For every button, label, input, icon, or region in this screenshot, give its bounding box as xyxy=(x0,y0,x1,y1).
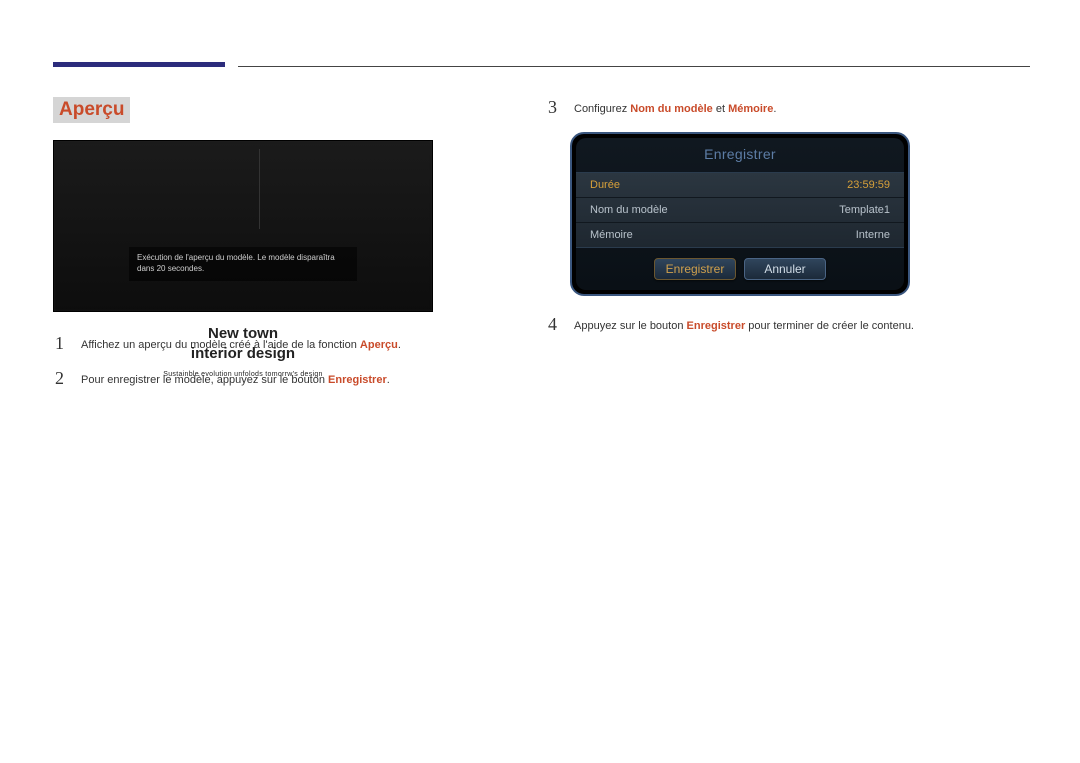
section-title: Aperçu xyxy=(53,97,130,123)
step-3-row: 3Configurez Nom du modèle et Mémoire. xyxy=(548,97,996,118)
step-number: 3 xyxy=(548,97,570,118)
step-text: Appuyez sur le bouton Enregistrer pour t… xyxy=(574,314,914,334)
right-column: 3Configurez Nom du modèle et Mémoire. En… xyxy=(548,97,996,349)
panel-buttons: Enregistrer Annuler xyxy=(576,248,904,290)
highlight-term: Enregistrer xyxy=(687,320,746,332)
panel-row-value: 23:59:59 xyxy=(847,179,890,191)
step-row: 3Configurez Nom du modèle et Mémoire. xyxy=(548,97,996,118)
preview-divider xyxy=(259,149,260,229)
highlight-term: Enregistrer xyxy=(328,374,387,386)
panel-row-value: Template1 xyxy=(839,204,890,216)
panel-row-label: Durée xyxy=(590,179,620,191)
text-fragment: Appuyez sur le bouton xyxy=(574,320,687,332)
text-fragment: Pour enregistrer le modèle, appuyez sur … xyxy=(81,374,328,386)
header-bar xyxy=(53,62,225,67)
register-panel-inner: Enregistrer Durée 23:59:59 Nom du modèle Te… xyxy=(576,138,904,290)
highlight-term: Nom du modèle xyxy=(630,103,713,115)
register-panel: Enregistrer Durée 23:59:59 Nom du modèle Te… xyxy=(570,132,910,296)
panel-row[interactable]: Nom du modèle Template1 xyxy=(576,198,904,223)
step-row: 4Appuyez sur le bouton Enregistrer pour … xyxy=(548,314,996,335)
panel-row-label: Mémoire xyxy=(590,229,633,241)
text-fragment: . xyxy=(773,103,776,115)
text-fragment: . xyxy=(398,339,401,351)
panel-row[interactable]: Durée 23:59:59 xyxy=(576,173,904,198)
step-row: 2 Pour enregistrer le modèle, appuyez sur… xyxy=(55,368,485,389)
panel-row[interactable]: Mémoire Interne xyxy=(576,223,904,247)
preview-message: Exécution de l'aperçu du modèle. Le modè… xyxy=(129,247,357,281)
step-number: 1 xyxy=(55,333,77,354)
step-4-row: 4Appuyez sur le bouton Enregistrer pour … xyxy=(548,314,996,335)
register-button[interactable]: Enregistrer xyxy=(654,258,736,280)
text-fragment: Configurez xyxy=(574,103,630,115)
panel-row-value: Interne xyxy=(856,229,890,241)
panel-row-label: Nom du modèle xyxy=(590,204,668,216)
text-fragment: . xyxy=(387,374,390,386)
panel-rows: Durée 23:59:59 Nom du modèle Template1 Mémoi… xyxy=(576,172,904,248)
step-number: 2 xyxy=(55,368,77,389)
step-text: Configurez Nom du modèle et Mémoire. xyxy=(574,97,776,117)
step-number: 4 xyxy=(548,314,570,335)
highlight-term: Aperçu xyxy=(360,339,398,351)
header-divider xyxy=(238,66,1030,67)
step-text: Affichez un aperçu du modèle créé à l'ai… xyxy=(81,333,401,353)
text-fragment: pour terminer de créer le contenu. xyxy=(745,320,914,332)
preview-screen: Exécution de l'aperçu du modèle. Le modè… xyxy=(53,140,433,312)
cancel-button[interactable]: Annuler xyxy=(744,258,826,280)
step-row: 1 Affichez un aperçu du modèle créé à l'a… xyxy=(55,333,485,354)
step-text: Pour enregistrer le modèle, appuyez sur … xyxy=(81,368,390,388)
panel-title: Enregistrer xyxy=(576,138,904,172)
steps-left: 1 Affichez un aperçu du modèle créé à l'a… xyxy=(55,333,485,403)
text-fragment: et xyxy=(713,103,728,115)
highlight-term: Mémoire xyxy=(728,103,773,115)
text-fragment: Affichez un aperçu du modèle créé à l'ai… xyxy=(81,339,360,351)
